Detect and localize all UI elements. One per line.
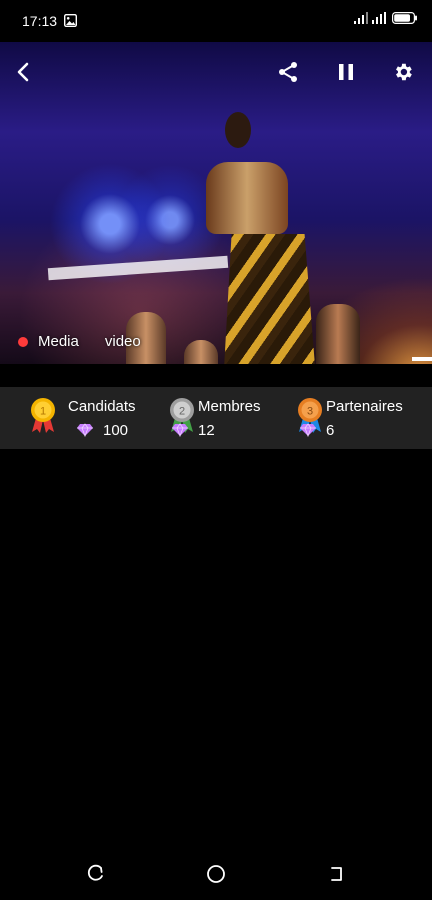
svg-text:2: 2 <box>179 406 185 418</box>
diamond-icon <box>172 423 188 437</box>
gallery-notification-icon <box>64 14 77 27</box>
stat-value: 12 <box>198 422 215 439</box>
svg-text:3: 3 <box>307 406 313 418</box>
stat-label: Candidats <box>68 398 136 415</box>
model-wrap-skirt <box>222 234 318 364</box>
share-icon[interactable] <box>276 60 300 84</box>
back-icon[interactable] <box>324 862 348 886</box>
background-model <box>316 304 360 364</box>
live-dot <box>18 336 28 347</box>
progress-indicator <box>412 357 432 361</box>
model-head <box>225 112 251 148</box>
system-navigation-bar <box>0 850 432 900</box>
media-caption: Media video <box>18 333 141 350</box>
video-player[interactable]: Media video <box>0 42 432 364</box>
status-bar: 17:13 <box>0 0 432 42</box>
diamond-icon <box>77 423 93 437</box>
media-label: Media <box>38 333 79 350</box>
svg-text:1: 1 <box>40 406 46 418</box>
gold-medal-icon: 1 <box>31 398 55 433</box>
background-model <box>184 340 218 364</box>
signal-icon <box>354 12 368 24</box>
stats-bar: 1 Candidats 100 2 Membres 12 3 Partenair… <box>0 387 432 449</box>
status-indicators <box>354 12 418 24</box>
stat-value: 100 <box>103 422 129 439</box>
recent-apps-icon[interactable] <box>84 862 108 886</box>
home-icon[interactable] <box>204 862 228 886</box>
pause-icon[interactable] <box>334 60 358 84</box>
stat-label: Partenaires <box>326 398 403 415</box>
back-arrow-icon[interactable] <box>11 60 35 84</box>
gear-icon[interactable] <box>391 60 415 84</box>
video-tag: video <box>104 333 141 350</box>
stat-label: Membres <box>198 398 261 415</box>
diamond-icon <box>300 423 316 437</box>
status-time: 17:13 <box>22 13 58 29</box>
battery-icon <box>392 12 417 24</box>
signal-4g-icon <box>372 12 386 24</box>
stage-light-beam <box>47 255 229 281</box>
model-torso <box>206 162 288 234</box>
stat-value: 6 <box>326 422 335 439</box>
